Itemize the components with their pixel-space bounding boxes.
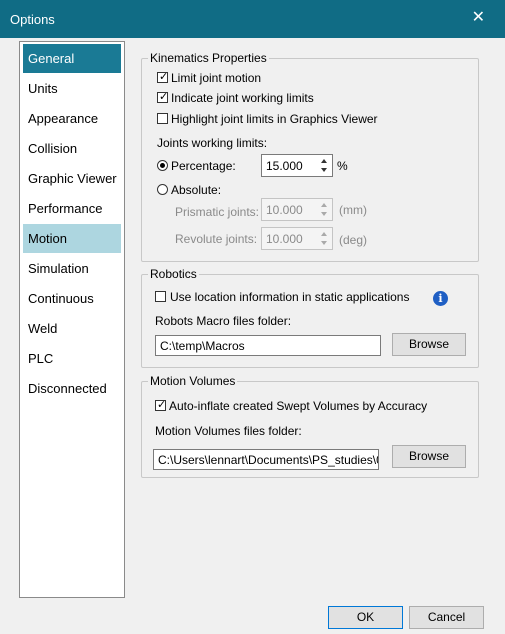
macro-folder-value[interactable]: C:\temp\Macros [160, 339, 245, 353]
limit-joint-motion-checkbox[interactable]: ✓ [157, 71, 169, 83]
percentage-value[interactable]: 15.000 [266, 159, 303, 173]
check-icon: ✓ [159, 71, 169, 83]
kinematics-group-title: Kinematics Properties [148, 51, 269, 65]
joints-working-limits-label: Joints working limits: [157, 136, 268, 150]
use-location-label: Use location information in static appli… [170, 290, 410, 304]
indicate-working-limits-label: Indicate joint working limits [171, 91, 314, 105]
nav-item-graphic-viewer[interactable]: Graphic Viewer [23, 164, 121, 193]
motion-volumes-browse-button[interactable]: Browse [392, 445, 466, 468]
revolute-joints-label: Revolute joints: [175, 232, 258, 246]
highlight-limits-label: Highlight joint limits in Graphics Viewe… [171, 112, 378, 126]
spin-up-icon[interactable] [321, 232, 327, 236]
spin-up-icon[interactable] [321, 203, 327, 207]
macro-folder-label: Robots Macro files folder: [155, 314, 292, 328]
auto-inflate-label: Auto-inflate created Swept Volumes by Ac… [169, 399, 428, 413]
spin-down-icon[interactable] [321, 212, 327, 216]
cancel-button[interactable]: Cancel [409, 606, 484, 629]
prismatic-joints-label: Prismatic joints: [175, 205, 260, 219]
nav-item-weld[interactable]: Weld [23, 314, 121, 343]
absolute-label: Absolute: [171, 183, 222, 197]
revolute-joints-unit: (deg) [339, 233, 368, 247]
category-list[interactable]: General Units Appearance Collision Graph… [19, 41, 125, 598]
robotics-browse-button[interactable]: Browse [392, 333, 466, 356]
check-icon: ✓ [157, 399, 167, 411]
nav-item-plc[interactable]: PLC [23, 344, 121, 373]
use-location-checkbox[interactable] [155, 291, 166, 302]
nav-item-disconnected[interactable]: Disconnected [23, 374, 121, 403]
motion-volumes-folder-value[interactable]: C:\Users\lennart\Documents\PS_studies\0_… [158, 453, 378, 467]
spin-down-icon[interactable] [321, 241, 327, 245]
info-icon[interactable]: i [433, 291, 448, 306]
percentage-unit: % [337, 159, 348, 173]
prismatic-joints-unit: (mm) [339, 203, 367, 217]
nav-item-appearance[interactable]: Appearance [23, 104, 121, 133]
percentage-label: Percentage: [171, 159, 236, 173]
indicate-working-limits-checkbox[interactable]: ✓ [157, 91, 169, 103]
percentage-radio[interactable] [157, 160, 168, 171]
absolute-radio[interactable] [157, 184, 168, 195]
nav-item-units[interactable]: Units [23, 74, 121, 103]
limit-joint-motion-label: Limit joint motion [171, 71, 262, 85]
ok-button[interactable]: OK [328, 606, 403, 629]
nav-item-collision[interactable]: Collision [23, 134, 121, 163]
nav-item-performance[interactable]: Performance [23, 194, 121, 223]
motion-volumes-group-title: Motion Volumes [148, 374, 238, 388]
close-icon[interactable]: ✕ [472, 10, 485, 26]
nav-item-general[interactable]: General [23, 44, 121, 73]
revolute-joints-stepper[interactable]: 10.000 [261, 227, 333, 250]
auto-inflate-checkbox[interactable]: ✓ [155, 399, 167, 411]
prismatic-joints-value[interactable]: 10.000 [266, 203, 303, 217]
nav-item-simulation[interactable]: Simulation [23, 254, 121, 283]
title-bar: Options ✕ [0, 0, 505, 38]
robotics-group-title: Robotics [148, 267, 199, 281]
check-icon: ✓ [159, 91, 169, 103]
macro-folder-input[interactable]: C:\temp\Macros [155, 335, 381, 356]
spin-up-icon[interactable] [321, 159, 327, 163]
highlight-limits-checkbox[interactable] [157, 113, 168, 124]
prismatic-joints-stepper[interactable]: 10.000 [261, 198, 333, 221]
motion-volumes-folder-input[interactable]: C:\Users\lennart\Documents\PS_studies\0_… [153, 449, 379, 470]
window-title: Options [10, 12, 55, 27]
motion-volumes-folder-label: Motion Volumes files folder: [155, 424, 302, 438]
percentage-stepper[interactable]: 15.000 [261, 154, 333, 177]
spin-down-icon[interactable] [321, 168, 327, 172]
nav-item-motion[interactable]: Motion [23, 224, 121, 253]
revolute-joints-value[interactable]: 10.000 [266, 232, 303, 246]
nav-item-continuous[interactable]: Continuous [23, 284, 121, 313]
